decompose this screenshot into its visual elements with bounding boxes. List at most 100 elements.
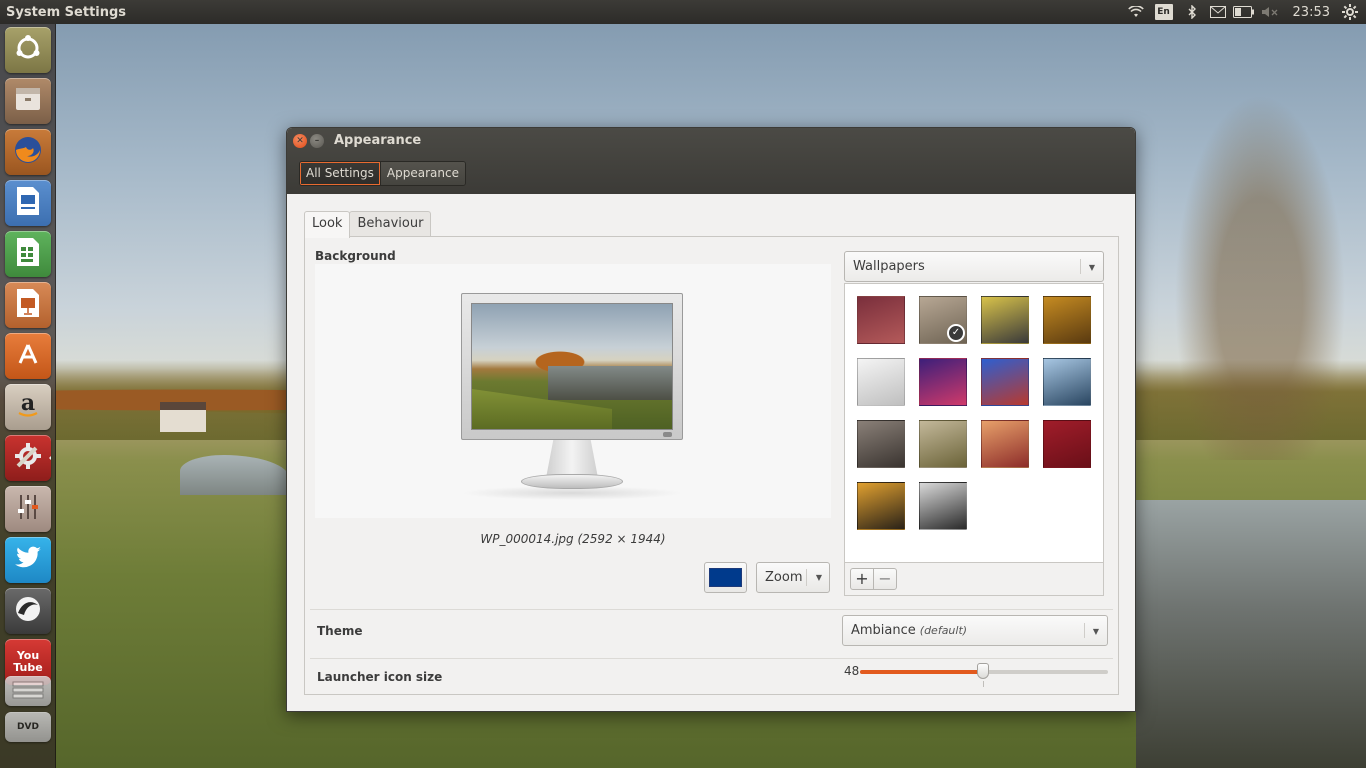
writer-icon (14, 185, 42, 221)
mixer-icon (13, 491, 43, 527)
bluetooth-icon[interactable] (1179, 0, 1205, 24)
volume-muted-icon[interactable] (1257, 0, 1283, 24)
background-preview (315, 264, 831, 518)
divider (310, 609, 1113, 610)
slider-handle[interactable] (977, 663, 989, 679)
slider-fill (860, 670, 983, 674)
wallpaper-sea-sky[interactable] (1043, 358, 1091, 406)
wallpaper-preview-image (471, 303, 673, 430)
launcher-item-amazon[interactable]: a (5, 384, 51, 430)
svg-text:a: a (21, 390, 35, 416)
window-title: Appearance (334, 133, 422, 148)
window-titlebar[interactable]: ✕ – Appearance All Settings Appearance (287, 128, 1135, 194)
calc-icon (14, 236, 42, 272)
focused-indicator (49, 453, 51, 463)
monitor-preview (461, 293, 683, 440)
launcher-item-twitter[interactable] (5, 537, 51, 583)
wallpaper-bokeh[interactable] (981, 420, 1029, 468)
wallpaper-stones[interactable] (857, 420, 905, 468)
launcher-item-calc[interactable] (5, 231, 51, 277)
theme-combo[interactable]: Ambiance (default) ▼ (842, 615, 1108, 646)
remove-wallpaper-button[interactable]: − (873, 568, 897, 590)
add-wallpaper-button[interactable]: + (850, 568, 874, 590)
wallpaper-turntable[interactable] (981, 358, 1029, 406)
launcher-item-files[interactable] (5, 78, 51, 124)
launcher-item-dvd[interactable]: DVD (5, 712, 51, 742)
shopping-bag-icon (13, 339, 43, 373)
launcher-item-writer[interactable] (5, 180, 51, 226)
battery-icon[interactable] (1231, 0, 1257, 24)
settings-icon (12, 440, 44, 476)
breadcrumb-appearance[interactable]: Appearance (380, 162, 465, 185)
wallpaper-sunset-grass[interactable] (857, 482, 905, 530)
gear-icon[interactable] (1340, 0, 1366, 24)
wallpaper-grid-toolbar: + − (844, 563, 1104, 596)
picture-mode-value: Zoom (765, 570, 803, 585)
keyboard-layout-indicator[interactable]: En (1154, 4, 1173, 20)
dvd-icon: DVD (17, 722, 39, 732)
wallpaper-river (1136, 500, 1366, 768)
appearance-window: ✕ – Appearance All Settings Appearance L… (286, 127, 1136, 712)
wallpaper-snow[interactable] (857, 358, 905, 406)
chevron-down-icon: ▼ (1088, 263, 1095, 272)
tab-look[interactable]: Look (304, 211, 351, 238)
disk-icon (11, 679, 45, 703)
ubuntu-logo-icon (14, 34, 42, 66)
look-page: Background WP_000014.jpg (2592 × 1944) Z… (304, 236, 1119, 695)
impress-icon (14, 287, 42, 323)
wallpaper-sound-desk[interactable] (981, 296, 1029, 344)
chevron-down-icon: ▼ (1092, 627, 1099, 636)
combo-separator (1084, 623, 1085, 638)
minimize-window-button[interactable]: – (310, 134, 324, 148)
launcher-item-dash[interactable] (5, 27, 51, 73)
launcher-icon-size-slider[interactable] (860, 663, 1108, 687)
launcher-item-impress[interactable] (5, 282, 51, 328)
theme-default-hint: (default) (919, 624, 968, 637)
wallpaper-source-combo[interactable]: Wallpapers ▼ (844, 251, 1104, 282)
close-icon: ✕ (296, 136, 304, 146)
monitor-base (521, 474, 623, 489)
combo-separator (1080, 259, 1081, 274)
file-cabinet-icon (13, 84, 43, 118)
clock[interactable]: 23:53 (1283, 5, 1340, 20)
breadcrumb-all-settings[interactable]: All Settings (300, 162, 381, 185)
launcher: a You Tube DVD (0, 24, 56, 768)
wallpaper-mountain-valley[interactable] (919, 420, 967, 468)
youtube-icon: You Tube (13, 649, 43, 674)
monitor-led (663, 432, 672, 437)
indicator-area: En 23:53 (1123, 0, 1366, 24)
preview-water (548, 366, 672, 400)
launcher-item-grooveshark[interactable] (5, 588, 51, 634)
launcher-item-system-settings[interactable] (5, 435, 51, 481)
wallpaper-warty-final[interactable] (857, 296, 905, 344)
wallpaper-skyscraper[interactable] (919, 482, 967, 530)
wallpaper-valley[interactable]: ✓ (919, 296, 967, 344)
launcher-icon-size-label: Launcher icon size (317, 670, 443, 684)
wallpaper-leaf[interactable] (1043, 296, 1091, 344)
combo-separator (806, 569, 807, 586)
close-window-button[interactable]: ✕ (293, 134, 307, 148)
theme-label: Theme (317, 624, 363, 638)
amazon-icon: a (13, 390, 43, 424)
monitor-stand (546, 440, 598, 478)
firefox-icon (12, 134, 44, 170)
picture-mode-combo[interactable]: Zoom ▼ (756, 562, 830, 593)
background-color-button[interactable] (704, 562, 747, 593)
launcher-item-software-center[interactable] (5, 333, 51, 379)
slider-tick-mark (983, 681, 984, 687)
selected-check-icon: ✓ (947, 324, 965, 342)
background-heading: Background (315, 249, 396, 263)
breadcrumb: All Settings Appearance (299, 161, 466, 186)
mail-icon[interactable] (1205, 0, 1231, 24)
top-panel: System Settings En 23:53 (0, 0, 1366, 24)
tab-behaviour[interactable]: Behaviour (349, 211, 432, 237)
theme-value: Ambiance (851, 623, 916, 638)
launcher-item-workspace-disk[interactable] (5, 676, 51, 706)
wifi-icon[interactable] (1123, 0, 1149, 24)
wallpaper-red-swirl[interactable] (1043, 420, 1091, 468)
divider (310, 658, 1113, 659)
launcher-item-sound-mixer[interactable] (5, 486, 51, 532)
app-title: System Settings (6, 4, 127, 20)
wallpaper-disco-floor[interactable] (919, 358, 967, 406)
launcher-item-firefox[interactable] (5, 129, 51, 175)
